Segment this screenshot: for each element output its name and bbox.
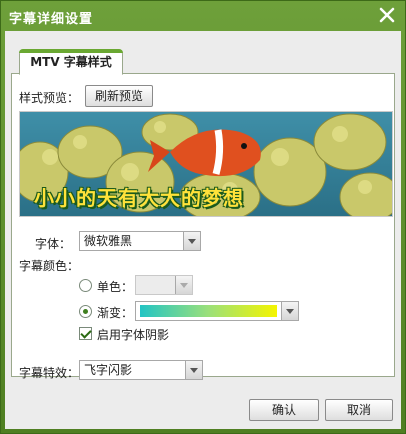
- cancel-button[interactable]: 取消: [325, 399, 393, 421]
- refresh-preview-button[interactable]: 刷新预览: [85, 85, 153, 107]
- chevron-down-icon: [183, 232, 200, 250]
- font-select[interactable]: 微软雅黑: [79, 231, 201, 251]
- title-bar[interactable]: 字幕详细设置: [1, 1, 405, 31]
- gradient-color-radio[interactable]: [79, 305, 92, 318]
- dialog-body: MTV 字幕样式 样式预览： 刷新预览 小小的天有大大的梦想 字体： 微软雅黑 …: [5, 31, 401, 429]
- chevron-down-icon: [175, 276, 192, 294]
- gradient-color-select[interactable]: [135, 301, 299, 321]
- font-label: 字体：: [35, 237, 72, 251]
- dialog-window: 字幕详细设置 MTV 字幕样式 样式预览： 刷新预览 小小的天有大大的梦想 字体…: [0, 0, 406, 434]
- font-shadow-label: 启用字体阴影: [97, 328, 170, 342]
- close-icon: [379, 7, 395, 23]
- effect-select-value: 飞字闪影: [84, 363, 133, 377]
- style-preview: 小小的天有大大的梦想: [19, 111, 393, 217]
- chevron-down-icon: [185, 361, 202, 379]
- tab-mtv-subtitle-style[interactable]: MTV 字幕样式: [19, 49, 123, 75]
- solid-color-select[interactable]: [135, 275, 193, 295]
- subtitle-color-label: 字幕颜色：: [19, 259, 80, 273]
- preview-label: 样式预览：: [19, 91, 80, 105]
- ok-button[interactable]: 确认: [249, 399, 319, 421]
- chevron-down-icon: [281, 302, 298, 320]
- preview-caption: 小小的天有大大的梦想: [34, 186, 244, 210]
- effect-select[interactable]: 飞字闪影: [79, 360, 203, 380]
- font-shadow-checkbox[interactable]: [79, 327, 92, 340]
- font-select-value: 微软雅黑: [84, 234, 133, 248]
- gradient-color-label: 渐变：: [97, 306, 134, 320]
- gradient-swatch: [140, 305, 277, 317]
- solid-color-label: 单色：: [97, 280, 134, 294]
- effect-label: 字幕特效：: [19, 366, 80, 380]
- solid-color-radio[interactable]: [79, 279, 92, 292]
- window-title: 字幕详细设置: [9, 12, 94, 27]
- close-button[interactable]: [377, 5, 397, 25]
